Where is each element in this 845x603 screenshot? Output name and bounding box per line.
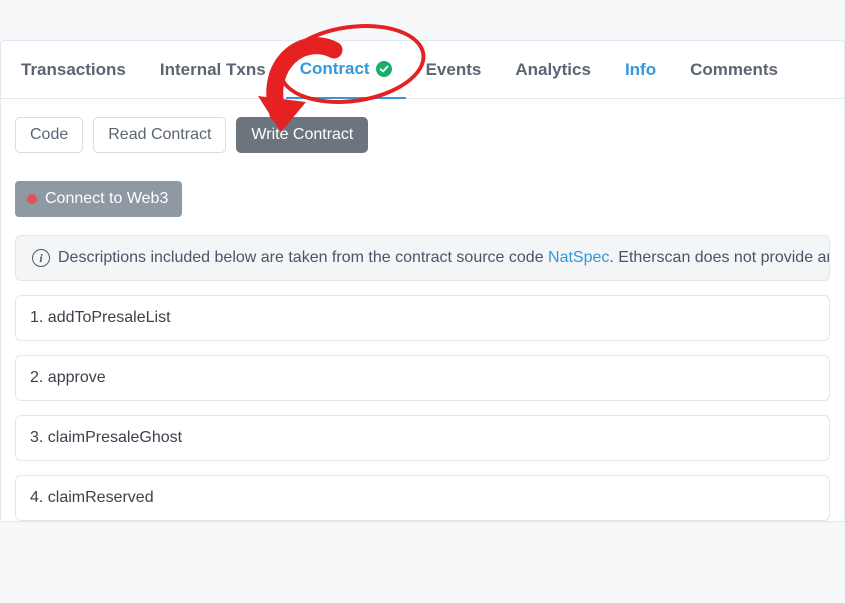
tab-contract[interactable]: Contract (286, 41, 406, 99)
subtab-code[interactable]: Code (15, 117, 83, 153)
notice-suffix: . Etherscan does not provide any (609, 249, 830, 266)
function-item[interactable]: 1. addToPresaleList (15, 295, 830, 341)
subtab-read-contract[interactable]: Read Contract (93, 117, 226, 153)
connection-status-dot-icon (27, 194, 37, 204)
verified-check-icon (376, 61, 392, 77)
contract-subtabs: Code Read Contract Write Contract (1, 99, 844, 169)
notice-text: Descriptions included below are taken fr… (58, 249, 830, 267)
tab-events[interactable]: Events (412, 42, 496, 98)
tab-transactions[interactable]: Transactions (7, 42, 140, 98)
function-item[interactable]: 4. claimReserved (15, 475, 830, 521)
tab-comments[interactable]: Comments (676, 42, 792, 98)
main-tabs: Transactions Internal Txns Contract Even… (1, 41, 844, 99)
contract-panel: Transactions Internal Txns Contract Even… (0, 40, 845, 522)
subtab-write-contract[interactable]: Write Contract (236, 117, 368, 153)
connect-web3-label: Connect to Web3 (45, 190, 168, 208)
function-item[interactable]: 3. claimPresaleGhost (15, 415, 830, 461)
tab-contract-label: Contract (300, 59, 370, 79)
natspec-link[interactable]: NatSpec (548, 249, 609, 266)
tab-internal-txns[interactable]: Internal Txns (146, 42, 280, 98)
info-icon: i (32, 249, 50, 267)
connect-web3-button[interactable]: Connect to Web3 (15, 181, 182, 217)
tab-info[interactable]: Info (611, 42, 670, 98)
tab-analytics[interactable]: Analytics (501, 42, 605, 98)
function-item[interactable]: 2. approve (15, 355, 830, 401)
notice-prefix: Descriptions included below are taken fr… (58, 249, 548, 266)
connect-row: Connect to Web3 (1, 169, 844, 235)
natspec-notice: i Descriptions included below are taken … (15, 235, 830, 281)
write-functions-list: 1. addToPresaleList 2. approve 3. claimP… (1, 295, 844, 521)
